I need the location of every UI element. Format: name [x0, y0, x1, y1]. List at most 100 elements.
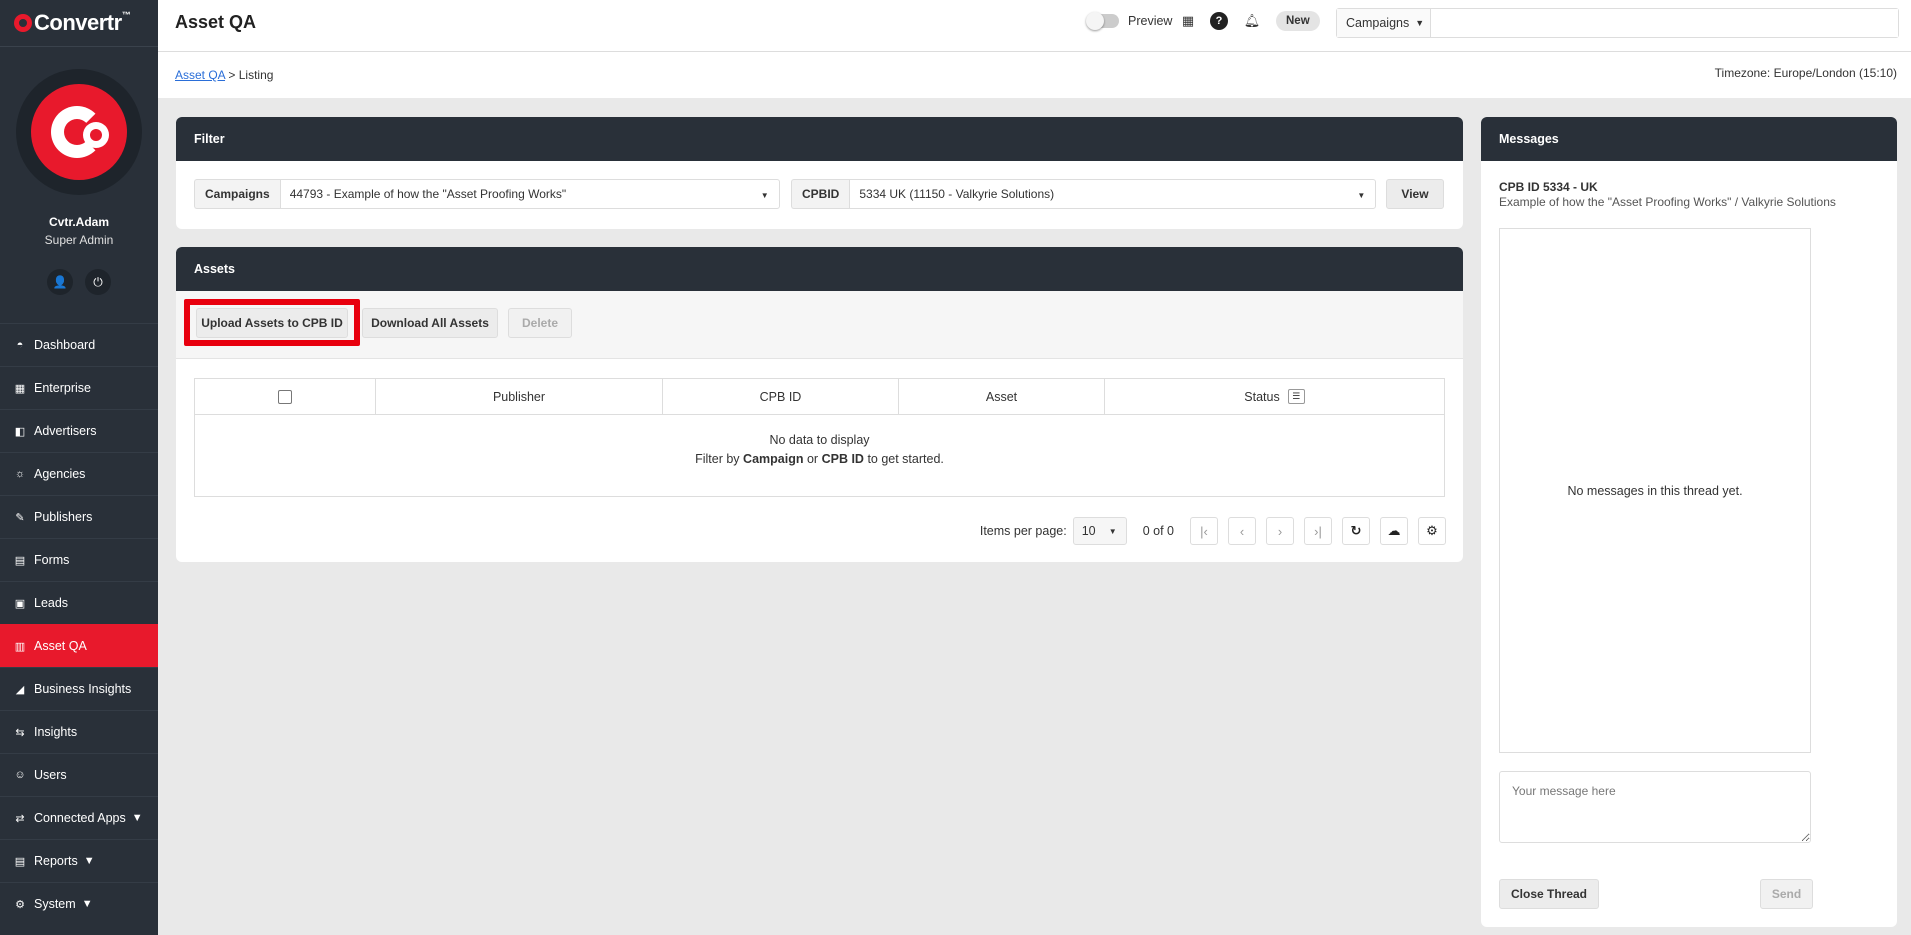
sidebar-item-advertisers[interactable]: ◧ Advertisers: [0, 409, 158, 452]
calculator-icon[interactable]: ▦: [1179, 12, 1197, 30]
items-per-page-label: Items per page:: [979, 524, 1067, 538]
chevron-down-icon: ▼: [131, 812, 143, 824]
leads-icon: ▣: [14, 597, 26, 610]
sidebar-item-publishers[interactable]: ✎ Publishers: [0, 495, 158, 538]
sidebar-item-system[interactable]: ⚙ System ▼: [0, 882, 158, 925]
publishers-icon: ✎: [15, 511, 25, 524]
sidebar-item-forms[interactable]: ▤ Forms: [0, 538, 158, 581]
table-header: Publisher CPB ID Asset Status ☰: [195, 379, 1444, 415]
caret-down-icon: ▼: [760, 191, 769, 200]
sidebar-item-connected-apps[interactable]: ⇄ Connected Apps ▼: [0, 796, 158, 839]
sidebar-item-reports[interactable]: ▤ Reports ▼: [0, 839, 158, 882]
chevron-down-icon: ▼: [81, 898, 93, 910]
cloud-upload-icon: ☁: [1387, 523, 1401, 538]
campaigns-select[interactable]: 44793 - Example of how the "Asset Proofi…: [279, 179, 780, 209]
convertr-logo-icon: [14, 14, 32, 32]
assets-table: Publisher CPB ID Asset Status ☰ No data …: [194, 378, 1445, 497]
user-icon: 👤: [52, 275, 68, 289]
campaigns-label: Campaigns: [194, 179, 280, 209]
select-all-cell: [195, 379, 376, 414]
help-icon[interactable]: ?: [1210, 12, 1228, 30]
search-scope-select[interactable]: Campaigns ▼: [1337, 9, 1431, 37]
column-asset[interactable]: Asset: [899, 379, 1105, 414]
filter-icon[interactable]: ☰: [1287, 389, 1305, 404]
thread-title: CPB ID 5334 - UK: [1499, 180, 1598, 194]
select-all-checkbox[interactable]: [278, 389, 292, 404]
bell-icon[interactable]: 🔔︎: [1243, 12, 1261, 30]
last-page-icon: ›|: [1314, 523, 1322, 539]
last-page-button[interactable]: ›|: [1304, 517, 1332, 545]
logo[interactable]: Convertr™: [0, 0, 158, 47]
sidebar-nav: ◓ Dashboard ▦ Enterprise ◧ Advertisers ☼ Age…: [0, 323, 158, 925]
reports-icon: ▤: [14, 855, 26, 868]
messages-panel: Messages CPB ID 5334 - UK Example of how…: [1481, 117, 1897, 927]
next-page-button[interactable]: ›: [1266, 517, 1294, 545]
empty-state-hint: Filter by Campaign or CPB ID to get star…: [695, 452, 944, 466]
gear-icon: ⚙: [15, 898, 25, 911]
items-per-page-select[interactable]: 10 ▼: [1072, 517, 1127, 545]
thread-empty-text: No messages in this thread yet.: [1567, 483, 1743, 498]
assets-toolbar: Upload Assets to CPB ID Download All Ass…: [176, 291, 1463, 359]
chevron-down-icon: ▼: [83, 855, 95, 867]
logout-button[interactable]: ⏻: [85, 269, 111, 295]
close-thread-button[interactable]: Close Thread: [1499, 879, 1599, 909]
advertisers-icon: ◧: [14, 425, 26, 438]
power-icon: ⏻: [93, 274, 103, 289]
thread-subtitle: Example of how the "Asset Proofing Works…: [1499, 195, 1836, 209]
agencies-icon: ☼: [14, 468, 26, 480]
user-role: Super Admin: [44, 233, 114, 247]
messages-panel-title: Messages: [1481, 117, 1897, 161]
form-icon: ▤: [14, 554, 26, 567]
highlight-box: [184, 299, 360, 346]
cpbid-label: CPBID: [791, 179, 850, 209]
cloud-upload-button[interactable]: ☁: [1380, 517, 1408, 545]
paginator: Items per page: 10 ▼ 0 of 0 |‹ ‹ › ›| ↻ …: [980, 517, 1446, 545]
new-badge[interactable]: New: [1276, 11, 1320, 31]
delete-button[interactable]: Delete: [508, 308, 572, 338]
column-publisher[interactable]: Publisher: [376, 379, 663, 414]
sidebar-item-leads[interactable]: ▣ Leads: [0, 581, 158, 624]
chart-icon: ◢: [15, 683, 25, 696]
message-input[interactable]: [1499, 771, 1811, 843]
send-button[interactable]: Send: [1760, 879, 1813, 909]
download-all-assets-button[interactable]: Download All Assets: [362, 308, 498, 338]
column-cpb-id[interactable]: CPB ID: [663, 379, 899, 414]
assets-panel-title: Assets: [176, 247, 1463, 291]
sidebar: Convertr™ Cvtr.Adam Super Admin 👤 ⏻ ◓ Das…: [0, 0, 158, 935]
chevron-right-icon: ›: [1277, 523, 1283, 539]
view-button[interactable]: View: [1386, 179, 1444, 209]
preview-toggle[interactable]: [1086, 12, 1119, 30]
caret-down-icon: ▼: [1108, 526, 1117, 536]
page-title: Asset QA: [175, 12, 257, 32]
first-page-button[interactable]: |‹: [1190, 517, 1218, 545]
breadcrumb-link-asset-qa[interactable]: Asset QA: [175, 68, 225, 82]
sidebar-item-agencies[interactable]: ☼ Agencies: [0, 452, 158, 495]
top-header: Asset QA Preview ▦ ? 🔔︎ New Campaigns ▼: [158, 0, 1911, 52]
first-page-icon: |‹: [1200, 523, 1208, 539]
refresh-button[interactable]: ↻: [1342, 517, 1370, 545]
sidebar-item-users[interactable]: ☺ Users: [0, 753, 158, 796]
user-name: Cvtr.Adam: [48, 215, 110, 229]
building-icon: ▦: [14, 382, 26, 395]
preview-label: Preview: [1128, 14, 1173, 28]
sidebar-item-dashboard[interactable]: ◓ Dashboard: [0, 323, 158, 366]
cpbid-select[interactable]: 5334 UK (11150 - Valkyrie Solutions) ▼: [849, 179, 1377, 209]
logo-text: Convertr™: [34, 10, 131, 35]
caret-down-icon: ▼: [1357, 191, 1366, 200]
search-input[interactable]: [1431, 9, 1898, 37]
sidebar-item-business-insights[interactable]: ◢ Business Insights: [0, 667, 158, 710]
connected-apps-icon: ⇄: [15, 812, 25, 825]
sidebar-item-asset-qa[interactable]: ▥ Asset QA: [0, 624, 158, 667]
convertr-emblem-icon: [31, 84, 127, 180]
previous-page-button[interactable]: ‹: [1228, 517, 1256, 545]
settings-button[interactable]: ⚙: [1418, 517, 1446, 545]
message-thread: No messages in this thread yet.: [1499, 228, 1811, 753]
profile-button[interactable]: 👤: [47, 269, 73, 295]
chevron-left-icon: ‹: [1239, 523, 1245, 539]
gear-icon: ⚙: [1426, 523, 1438, 538]
column-status: Status ☰: [1105, 379, 1444, 414]
timezone-label: Timezone: Europe/London (15:10): [1714, 66, 1897, 80]
sidebar-item-enterprise[interactable]: ▦ Enterprise: [0, 366, 158, 409]
caret-down-icon: ▼: [1415, 18, 1425, 28]
sidebar-item-insights[interactable]: ⇆ Insights: [0, 710, 158, 753]
